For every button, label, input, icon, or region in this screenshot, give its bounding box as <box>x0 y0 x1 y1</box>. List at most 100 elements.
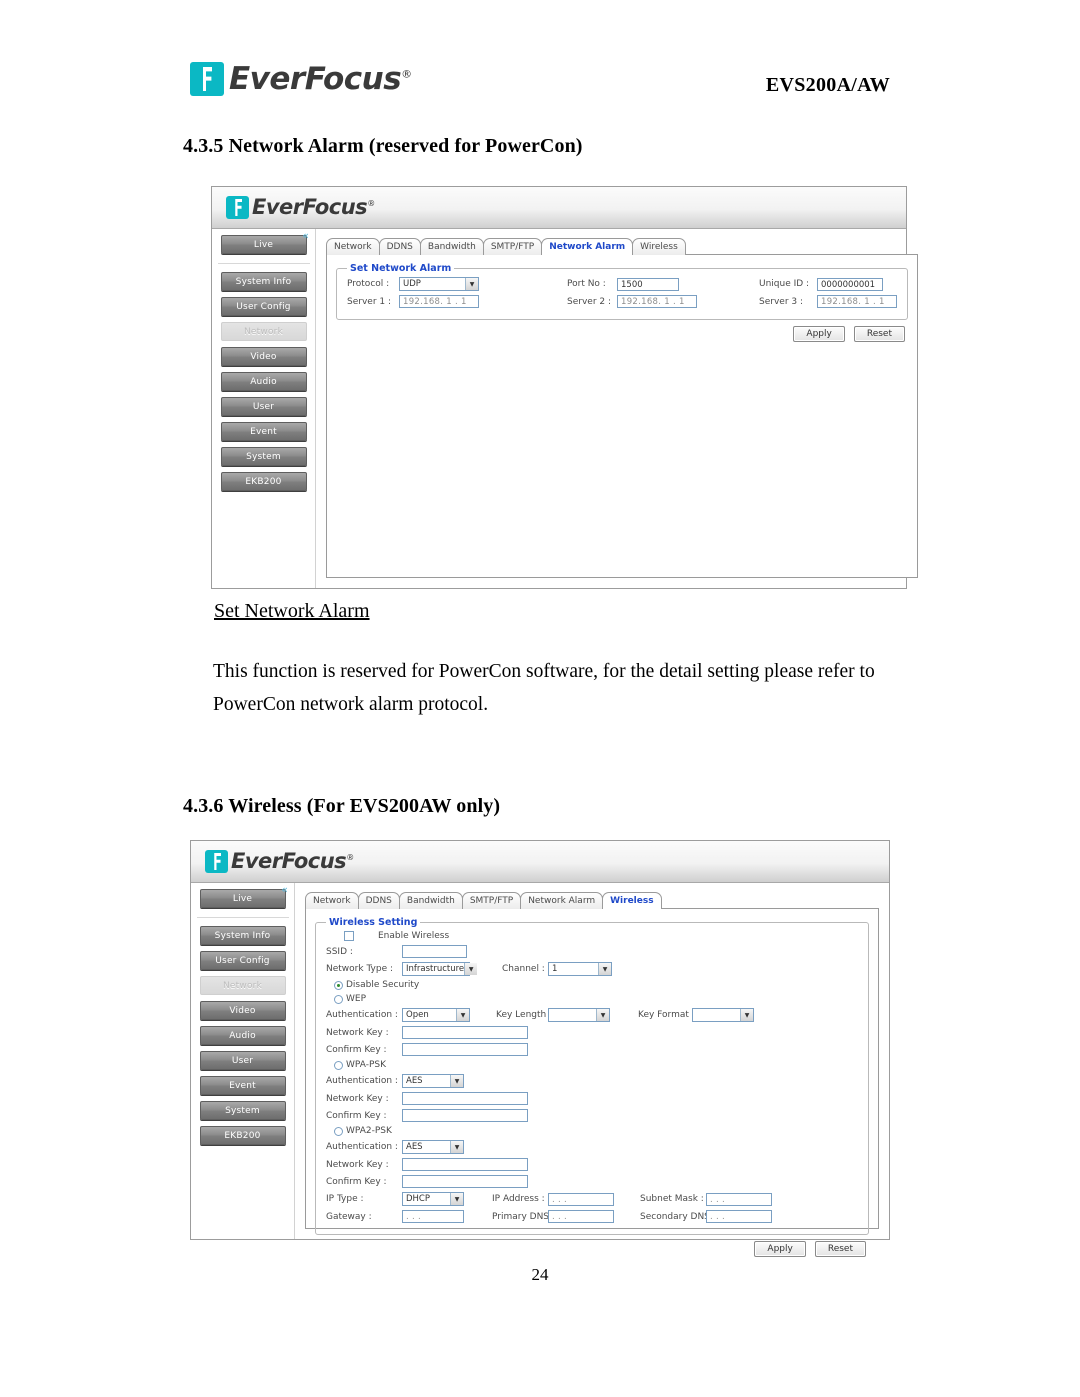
wep-network-key-input[interactable] <box>402 1026 528 1039</box>
chevron-down-icon: ▼ <box>450 1075 463 1087</box>
unique-id-input[interactable]: 0000000001 <box>817 277 883 291</box>
key-format-select[interactable]: ▼ <box>692 1008 754 1022</box>
content-area: Network DDNS Bandwidth SMTP/FTP Network … <box>316 229 928 588</box>
wep-radio[interactable] <box>334 994 343 1004</box>
port-no-input[interactable]: 1500 <box>617 277 679 291</box>
sidebar-item-video[interactable]: Video <box>199 1001 286 1020</box>
chevron-down-icon: ▼ <box>598 963 611 975</box>
content-area-wireless: Network DDNS Bandwidth SMTP/FTP Network … <box>295 883 889 1257</box>
wpa-confirm-key-input[interactable] <box>402 1109 528 1122</box>
sidebar-item-live[interactable]: Live <box>199 889 286 908</box>
collapse-sidebar-icon[interactable]: « <box>281 884 288 895</box>
subnet-mask-input[interactable]: . . . <box>706 1192 772 1206</box>
server1-input[interactable]: 192.168. 1 . 1 <box>399 295 479 308</box>
server2-input[interactable]: 192.168. 1 . 1 <box>617 295 697 308</box>
tab-smtp-ftp[interactable]: SMTP/FTP <box>461 892 522 909</box>
sidebar-item-live[interactable]: Live <box>220 235 307 254</box>
channel-select[interactable]: 1 ▼ <box>548 962 612 976</box>
sidebar-item-user-config[interactable]: User Config <box>220 297 307 316</box>
ssid-input[interactable] <box>402 945 467 958</box>
key-length-select[interactable]: ▼ <box>548 1008 610 1022</box>
wpa2-psk-row[interactable]: WPA2-PSK <box>326 1126 858 1136</box>
tab-network-alarm[interactable]: Network Alarm <box>520 892 604 909</box>
wpa2-psk-radio[interactable] <box>334 1126 343 1136</box>
wpa2-confirm-key-label: Confirm Key : <box>326 1176 387 1187</box>
app-banner: EverFocus® <box>212 187 906 229</box>
wpa-psk-row[interactable]: WPA-PSK <box>326 1060 858 1070</box>
enable-wireless-checkbox[interactable] <box>344 931 354 941</box>
chevron-down-icon: ▼ <box>740 1009 753 1021</box>
sidebar-item-ekb200[interactable]: EKB200 <box>199 1126 286 1145</box>
sidebar-item-user[interactable]: User <box>199 1051 286 1070</box>
app-registered-mark-icon: ® <box>346 853 354 862</box>
wep-authentication-select[interactable]: Open ▼ <box>402 1008 470 1022</box>
tab-network-alarm[interactable]: Network Alarm <box>541 238 634 255</box>
sidebar-item-system-info[interactable]: System Info <box>199 926 286 945</box>
secondary-dns-input[interactable]: . . . <box>706 1210 772 1223</box>
ip-type-select[interactable]: DHCP ▼ <box>402 1192 464 1206</box>
reset-button[interactable]: Reset <box>853 326 905 342</box>
wpa-psk-radio[interactable] <box>334 1060 343 1070</box>
ip-type-row: IP Type : DHCP ▼ IP Address : . . . Subn… <box>326 1192 858 1206</box>
screenshot-network-alarm: EverFocus® « Live System Info User Confi… <box>211 186 918 589</box>
sidebar-item-system-info[interactable]: System Info <box>220 272 307 291</box>
wpa2-authentication-select[interactable]: AES ▼ <box>402 1140 464 1154</box>
wep-confirm-key-label: Confirm Key : <box>326 1044 387 1055</box>
sidebar-item-audio[interactable]: Audio <box>199 1026 286 1045</box>
sidebar-item-user[interactable]: User <box>220 397 307 416</box>
wep-confirm-key-row: Confirm Key : <box>326 1043 858 1056</box>
tab-network[interactable]: Network <box>305 892 359 909</box>
gateway-row: Gateway : . . . Primary DNS : . . . Seco… <box>326 1210 858 1223</box>
tab-smtp-ftp[interactable]: SMTP/FTP <box>482 238 543 255</box>
set-network-alarm-group: Set Network Alarm Protocol : UDP ▼ Port … <box>336 263 908 320</box>
screenshot-wireless: EverFocus® « Live System Info User Confi… <box>190 840 890 1257</box>
primary-dns-input[interactable]: . . . <box>548 1210 614 1223</box>
apply-button[interactable]: Apply <box>754 1241 806 1257</box>
server3-input[interactable]: 192.168. 1 . 1 <box>817 295 897 308</box>
channel-value: 1 <box>552 964 558 974</box>
sidebar-item-system[interactable]: System <box>220 447 307 466</box>
sidebar-item-network[interactable]: Network <box>220 322 307 341</box>
sidebar-divider <box>196 917 289 918</box>
tab-wireless[interactable]: Wireless <box>632 238 686 255</box>
wep-confirm-key-input[interactable] <box>402 1043 528 1056</box>
wpa-authentication-select[interactable]: AES ▼ <box>402 1074 464 1088</box>
sidebar-item-system[interactable]: System <box>199 1101 286 1120</box>
sidebar-wireless: « Live System Info User Config Network V… <box>191 883 295 1239</box>
collapse-sidebar-icon[interactable]: « <box>302 230 309 241</box>
sidebar-item-ekb200[interactable]: EKB200 <box>220 472 307 491</box>
key-format-label: Key Format : <box>638 1010 695 1020</box>
tab-bandwidth[interactable]: Bandwidth <box>398 892 463 909</box>
disable-security-radio[interactable] <box>334 980 343 990</box>
wpa2-network-key-input[interactable] <box>402 1158 528 1171</box>
network-type-select[interactable]: Infrastructure ▼ <box>402 962 478 976</box>
port-no-label: Port No : <box>567 279 606 289</box>
ssid-label: SSID : <box>326 946 353 957</box>
wireless-setting-group: Wireless Setting Enable Wireless SSID : … <box>315 917 869 1235</box>
sidebar-item-video[interactable]: Video <box>220 347 307 366</box>
enable-wireless-label: Enable Wireless <box>378 931 450 941</box>
ip-address-input[interactable]: . . . <box>548 1192 614 1206</box>
disable-security-row[interactable]: Disable Security <box>326 980 858 990</box>
tab-wireless[interactable]: Wireless <box>602 892 662 909</box>
reset-button[interactable]: Reset <box>814 1241 866 1257</box>
apply-button[interactable]: Apply <box>793 326 845 342</box>
tab-network[interactable]: Network <box>326 238 380 255</box>
wpa-network-key-input[interactable] <box>402 1092 528 1105</box>
subnet-mask-label: Subnet Mask : <box>640 1194 704 1204</box>
tab-ddns[interactable]: DDNS <box>378 238 421 255</box>
sidebar-item-network[interactable]: Network <box>199 976 286 995</box>
sidebar-item-user-config[interactable]: User Config <box>199 951 286 970</box>
protocol-select[interactable]: UDP ▼ <box>399 277 479 291</box>
app-registered-mark-icon: ® <box>367 199 375 208</box>
wpa2-confirm-key-input[interactable] <box>402 1175 528 1188</box>
tab-ddns[interactable]: DDNS <box>357 892 400 909</box>
wep-row[interactable]: WEP <box>326 994 858 1004</box>
tab-bandwidth[interactable]: Bandwidth <box>419 238 484 255</box>
everfocus-f-mark-icon <box>190 62 224 96</box>
gateway-input[interactable]: . . . <box>402 1210 464 1223</box>
sidebar-item-event[interactable]: Event <box>220 422 307 441</box>
sidebar-item-audio[interactable]: Audio <box>220 372 307 391</box>
body-paragraph: This function is reserved for PowerCon s… <box>213 661 875 715</box>
sidebar-item-event[interactable]: Event <box>199 1076 286 1095</box>
